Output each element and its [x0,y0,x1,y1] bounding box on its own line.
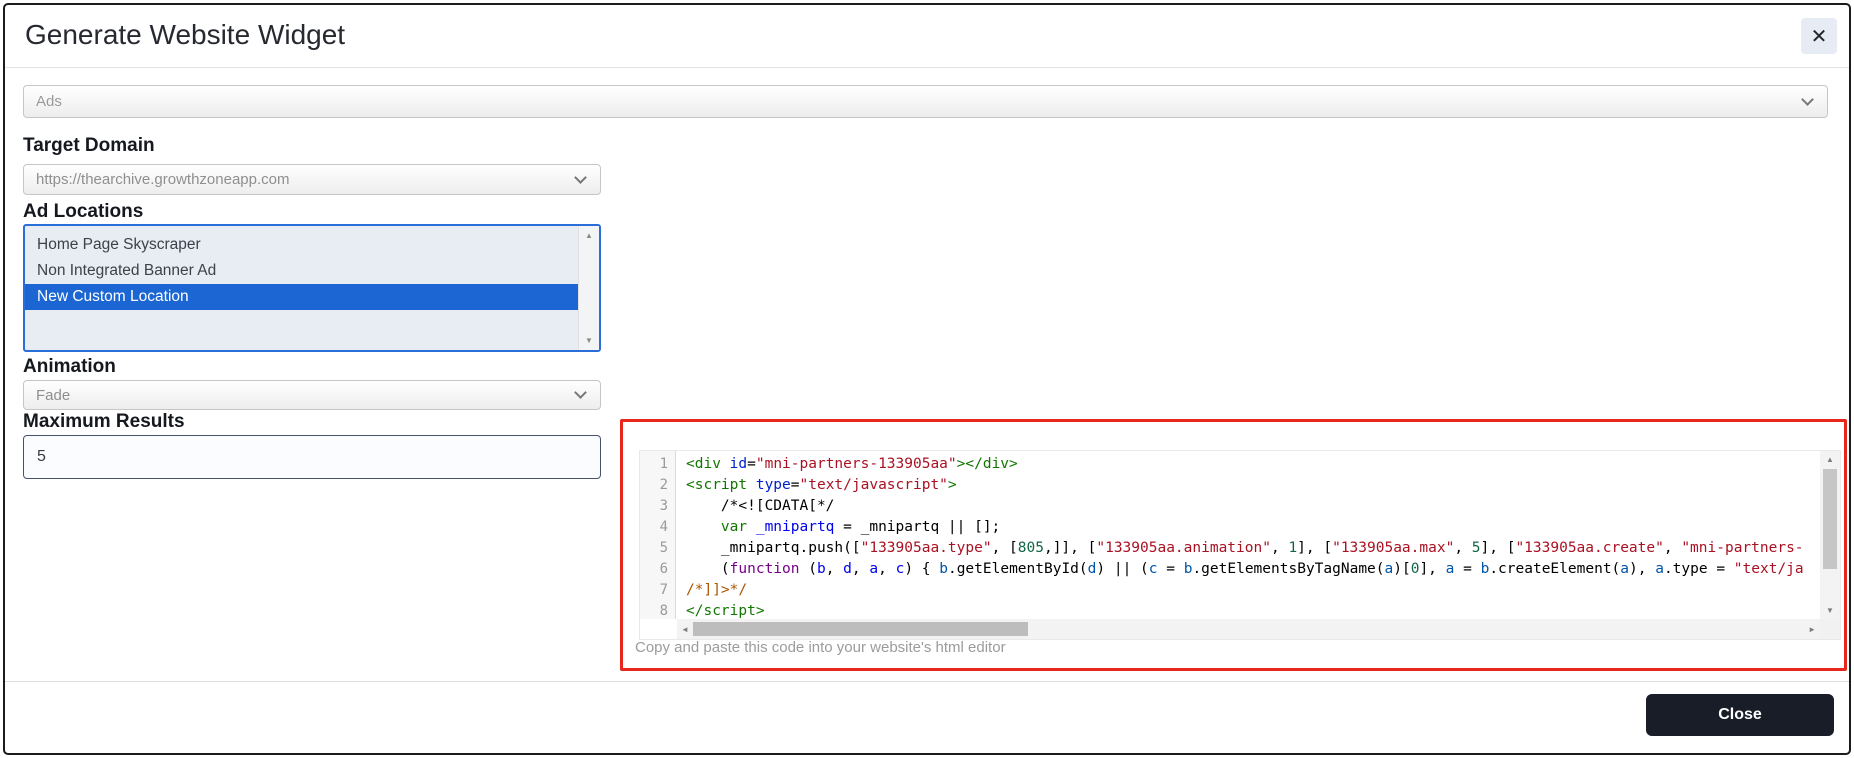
code-line: /*<![CDATA[*/ [686,498,835,514]
line-number: 1 [659,456,668,472]
animation-value: Fade [36,386,71,404]
code-vertical-scrollbar[interactable]: ▲ ▼ [1820,451,1840,619]
line-number: 8 [659,603,668,619]
maximum-results-input[interactable] [23,435,601,479]
code-content[interactable]: <div id="mni-partners-133905aa"></div> <s… [677,451,1820,619]
scrollbar-corner [1820,619,1840,639]
ad-location-option[interactable]: Non Integrated Banner Ad [25,258,578,284]
chevron-down-icon [574,386,587,399]
widget-type-value: Ads [36,93,62,110]
ad-location-option[interactable]: Home Page Skyscraper [25,232,578,258]
line-number: 7 [659,582,668,598]
scroll-left-icon[interactable]: ◄ [681,619,689,639]
target-domain-value: https://thearchive.growthzoneapp.com [36,171,290,188]
code-horizontal-scrollbar[interactable]: ◄ ► [677,619,1820,639]
code-highlight-annotation: 1 2 3 4 5 6 7 8 <div id="mni-partners-133905aa"… [620,419,1847,671]
chevron-down-icon [574,170,587,184]
code-line: _mnipartq.push(["133905aa.type", [805,]]… [686,540,1804,556]
listbox-scrollbar[interactable]: ▲ ▼ [578,226,599,350]
scroll-up-icon[interactable]: ▲ [579,231,599,240]
scroll-down-icon[interactable]: ▼ [1820,606,1840,615]
line-number: 3 [659,498,668,514]
maximum-results-label: Maximum Results [23,411,185,432]
code-line: <script type="text/javascript"> [686,477,957,493]
ad-locations-listbox[interactable]: Home Page Skyscraper Non Integrated Banne… [23,224,601,352]
line-number: 6 [659,561,668,577]
scroll-down-icon[interactable]: ▼ [579,336,599,345]
footer-divider [5,681,1849,682]
close-icon[interactable]: ✕ [1801,18,1837,54]
animation-label: Animation [23,356,116,377]
code-caption: Copy and paste this code into your websi… [635,639,1006,656]
header-divider [5,67,1849,68]
code-line: <div id="mni-partners-133905aa"></div> [686,456,1018,472]
animation-select[interactable]: Fade [23,380,601,410]
horizontal-scroll-thumb[interactable] [693,622,1028,636]
vertical-scroll-thumb[interactable] [1823,469,1837,569]
code-line: </script> [686,603,765,619]
widget-type-select[interactable]: Ads [23,85,1828,118]
chevron-down-icon [1801,92,1814,106]
target-domain-label: Target Domain [23,135,155,156]
code-editor[interactable]: 1 2 3 4 5 6 7 8 <div id="mni-partners-133905aa"… [639,450,1841,640]
code-line: /*]]>*/ [686,582,748,598]
line-number: 2 [659,477,668,493]
code-line: (function (b, d, a, c) { b.getElementByI… [686,561,1804,577]
ad-location-option[interactable]: New Custom Location [25,284,578,310]
target-domain-select[interactable]: https://thearchive.growthzoneapp.com [23,164,601,195]
scroll-up-icon[interactable]: ▲ [1820,455,1840,464]
code-line: var _mnipartq = _mnipartq || []; [686,519,1001,535]
line-number: 5 [659,540,668,556]
line-number: 4 [659,519,668,535]
ad-locations-label: Ad Locations [23,201,144,222]
ad-locations-options: Home Page Skyscraper Non Integrated Banne… [25,226,599,310]
line-number-gutter: 1 2 3 4 5 6 7 8 [640,451,676,619]
scroll-right-icon[interactable]: ► [1808,619,1816,639]
close-button[interactable]: Close [1646,694,1834,736]
generate-widget-dialog: Generate Website Widget ✕ Ads Target Dom… [3,3,1851,755]
page-title: Generate Website Widget [25,19,346,50]
